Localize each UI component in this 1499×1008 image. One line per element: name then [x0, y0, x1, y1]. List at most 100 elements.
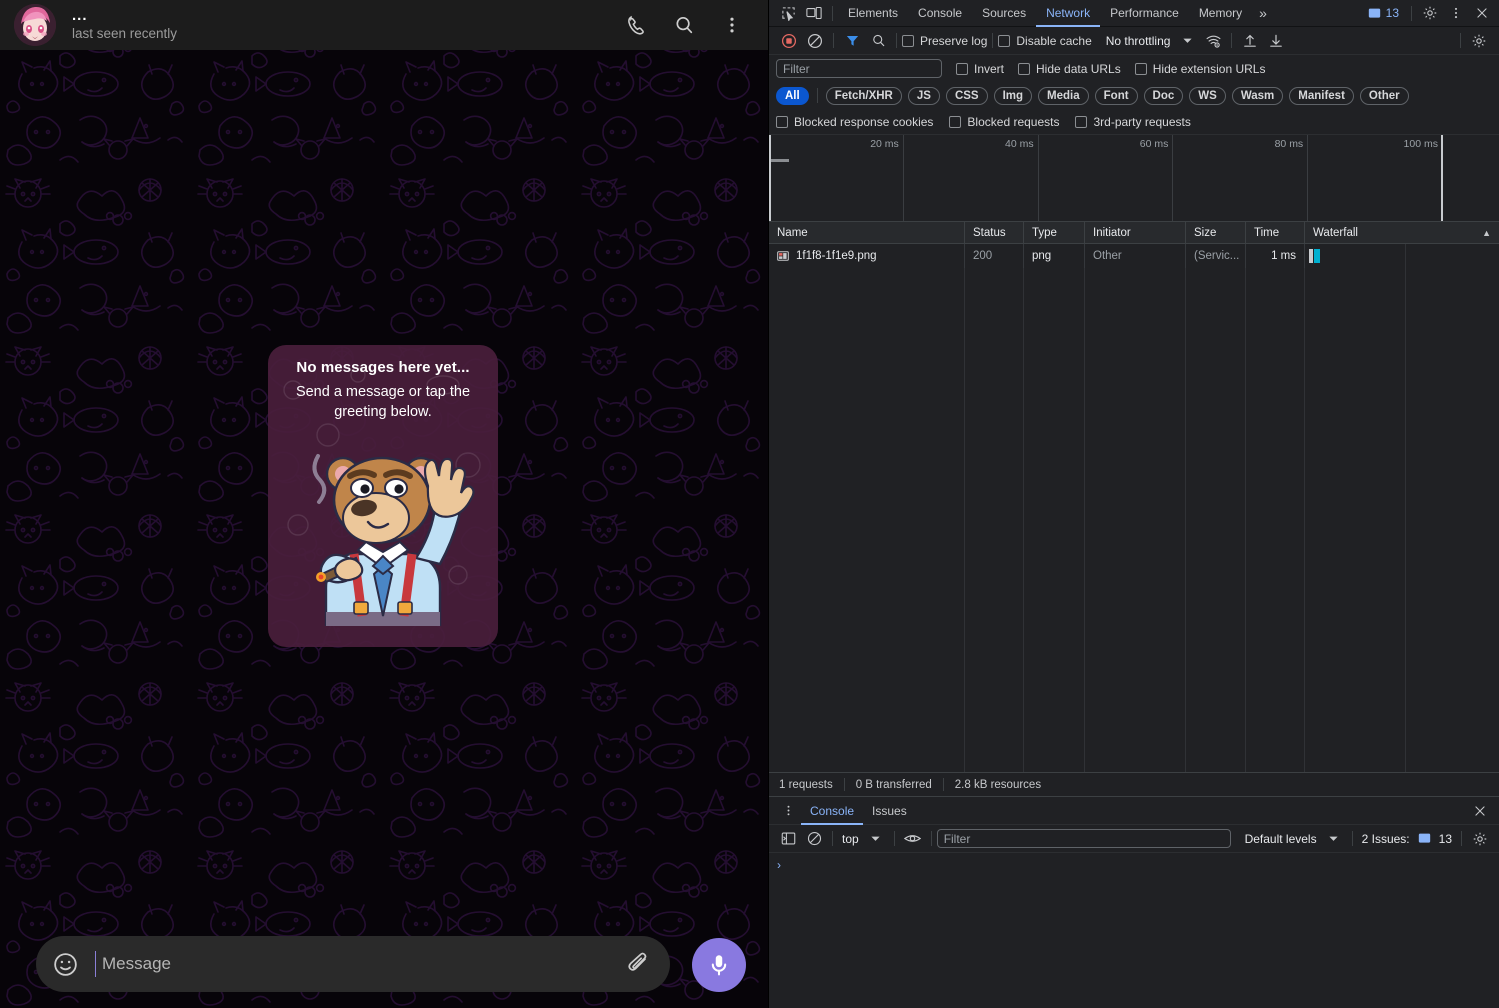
tab-console[interactable]: Console [908, 0, 972, 27]
console-issues-label[interactable]: 2 Issues: [1358, 832, 1414, 846]
search-icon[interactable] [865, 29, 891, 53]
preserve-log-checkbox[interactable]: Preserve log [902, 34, 987, 48]
blocked-filters-row: Blocked response cookies Blocked request… [769, 109, 1499, 135]
column-header-type[interactable]: Type [1024, 221, 1085, 244]
cell-status: 200 [965, 244, 1024, 268]
divider [1461, 831, 1462, 846]
close-icon[interactable] [1467, 799, 1493, 823]
more-tabs-icon[interactable]: » [1252, 5, 1274, 21]
type-filter-css[interactable]: CSS [945, 86, 988, 105]
tab-elements[interactable]: Elements [838, 0, 908, 27]
column-header-name[interactable]: Name [769, 221, 965, 244]
issues-badge[interactable]: 13 [1361, 6, 1406, 20]
hide-data-urls-checkbox[interactable]: Hide data URLs [1018, 62, 1121, 76]
type-filter-js[interactable]: JS [907, 86, 940, 105]
import-har-icon[interactable] [1237, 29, 1263, 53]
network-filter-input[interactable] [776, 59, 942, 78]
cell-name[interactable]: 1f1f8-1f1e9.png [769, 244, 965, 268]
kebab-menu-icon[interactable] [775, 799, 801, 823]
drawer-tab-console[interactable]: Console [801, 797, 863, 825]
tab-network[interactable]: Network [1036, 0, 1100, 27]
timeline-cell [1443, 135, 1499, 221]
checkbox-box [1075, 115, 1088, 128]
column-header-status[interactable]: Status [965, 221, 1024, 244]
devtools-tabbar: Elements Console Sources Network Perform… [769, 0, 1499, 27]
type-filter-media[interactable]: Media [1038, 86, 1089, 105]
live-expression-eye-icon[interactable] [900, 827, 926, 851]
column-header-waterfall[interactable]: Waterfall [1313, 227, 1358, 239]
microphone-icon[interactable] [692, 938, 746, 992]
waterfall-queue-segment [1309, 249, 1313, 263]
divider [1460, 33, 1461, 48]
divider [1351, 831, 1353, 846]
hide-extension-urls-checkbox[interactable]: Hide extension URLs [1134, 62, 1265, 76]
tab-sources[interactable]: Sources [972, 0, 1036, 27]
chat-header: ... last seen recently [0, 0, 768, 50]
chevron-down-icon[interactable] [1321, 827, 1347, 851]
cell-waterfall [1305, 244, 1499, 268]
chevron-down-icon[interactable] [1174, 29, 1200, 53]
type-filter-doc[interactable]: Doc [1143, 86, 1184, 105]
checkbox-box [949, 115, 962, 128]
type-filter-all[interactable]: All [776, 86, 809, 105]
type-filter-other[interactable]: Other [1359, 86, 1409, 105]
clear-icon[interactable] [801, 827, 827, 851]
kebab-menu-icon[interactable] [708, 1, 756, 49]
column-header-size[interactable]: Size [1186, 221, 1246, 244]
gear-icon[interactable] [1467, 827, 1493, 851]
gear-icon[interactable] [1417, 1, 1443, 25]
device-toolbar-icon[interactable] [801, 1, 827, 25]
table-row[interactable]: 1f1f8-1f1e9.png 200 png Other (Servic...… [769, 244, 1499, 268]
column-header-time[interactable]: Time [1246, 221, 1305, 244]
empty-chat-subtitle: Send a message or tap the greeting below… [295, 384, 471, 420]
timeline-tick-100ms: 100 ms [1403, 138, 1438, 150]
console-output[interactable]: › [769, 853, 1499, 1008]
search-icon[interactable] [660, 1, 708, 49]
invert-checkbox[interactable]: Invert [956, 62, 1004, 76]
timeline-cell: 40 ms [904, 135, 1039, 221]
network-conditions-icon[interactable] [1200, 29, 1226, 53]
record-stop-icon[interactable] [776, 29, 802, 53]
throttling-select[interactable]: No throttling [1102, 34, 1175, 48]
third-party-requests-checkbox[interactable]: 3rd-party requests [1075, 115, 1191, 129]
tab-memory[interactable]: Memory [1189, 0, 1252, 27]
clear-icon[interactable] [802, 29, 828, 53]
preserve-log-label: Preserve log [920, 33, 988, 48]
gear-icon[interactable] [1466, 29, 1492, 53]
column-header-initiator[interactable]: Initiator [1085, 221, 1186, 244]
type-filter-ws[interactable]: WS [1189, 86, 1226, 105]
network-toolbar: Preserve log Disable cache No throttling [769, 27, 1499, 55]
console-sidebar-icon[interactable] [775, 827, 801, 851]
close-icon[interactable] [1469, 1, 1495, 25]
disable-cache-checkbox[interactable]: Disable cache [998, 34, 1092, 48]
message-input[interactable] [95, 951, 618, 977]
filter-funnel-icon[interactable] [839, 29, 865, 53]
message-composer [36, 936, 670, 992]
avatar[interactable] [14, 4, 56, 46]
inspect-element-icon[interactable] [775, 1, 801, 25]
phone-icon[interactable] [612, 1, 660, 49]
emoji-smiley-icon[interactable] [52, 951, 79, 978]
type-filter-img[interactable]: Img [993, 86, 1033, 105]
tab-performance[interactable]: Performance [1100, 0, 1189, 27]
network-overview-timeline[interactable]: 20 ms 40 ms 60 ms 80 ms 100 ms [769, 135, 1499, 222]
type-filter-font[interactable]: Font [1094, 86, 1138, 105]
paperclip-icon[interactable] [626, 951, 652, 977]
drawer-tab-issues[interactable]: Issues [863, 797, 916, 825]
type-filter-manifest[interactable]: Manifest [1289, 86, 1354, 105]
blocked-response-cookies-checkbox[interactable]: Blocked response cookies [776, 115, 933, 129]
type-filter-fetch-xhr[interactable]: Fetch/XHR [825, 86, 902, 105]
console-filter-input[interactable] [936, 829, 1231, 848]
export-har-icon[interactable] [1263, 29, 1289, 53]
issues-message-icon[interactable] [1418, 832, 1431, 845]
gridline [1246, 244, 1305, 772]
console-levels-select[interactable]: Default levels [1241, 832, 1321, 846]
kebab-menu-icon[interactable] [1443, 1, 1469, 25]
console-context-select[interactable]: top [838, 832, 863, 846]
bear-waving-sticker[interactable] [288, 426, 478, 631]
chevron-down-icon[interactable] [863, 827, 889, 851]
console-issues-count[interactable]: 13 [1435, 832, 1456, 846]
sort-indicator-icon[interactable]: ▲ [1482, 228, 1491, 238]
type-filter-wasm[interactable]: Wasm [1231, 86, 1284, 105]
blocked-requests-checkbox[interactable]: Blocked requests [949, 115, 1059, 129]
